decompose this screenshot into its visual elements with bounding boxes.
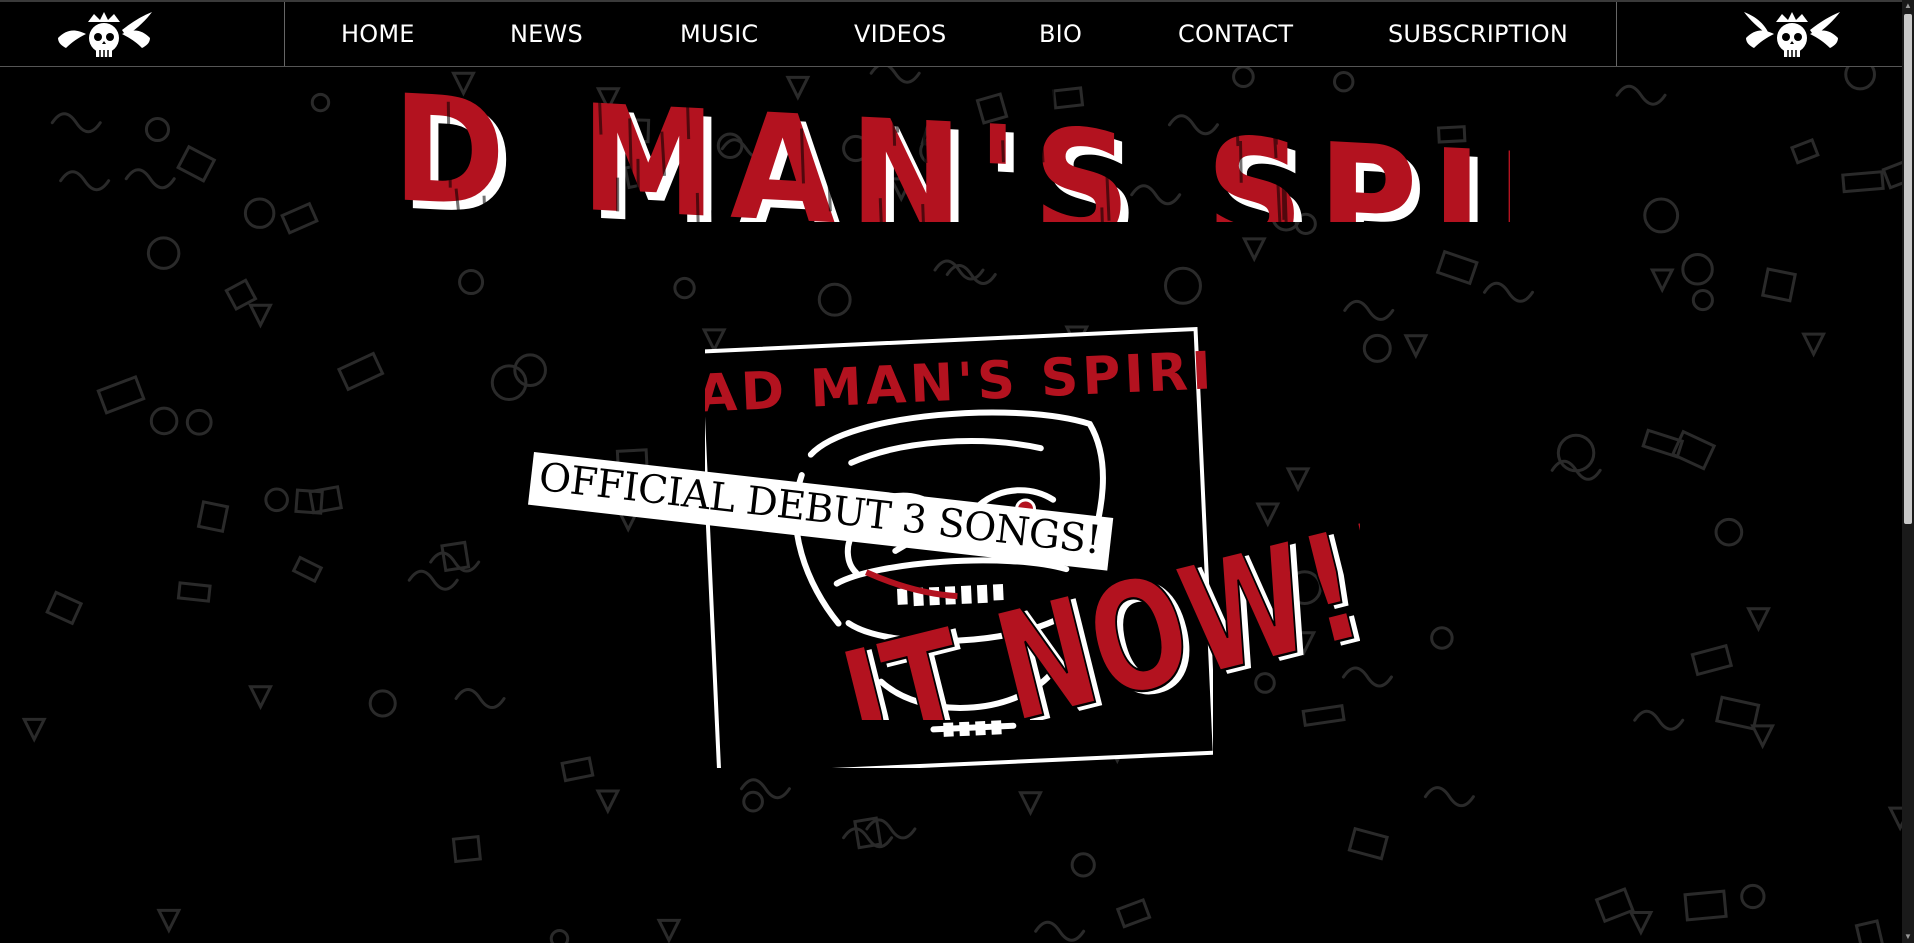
- logo-right[interactable]: [1617, 2, 1902, 66]
- nav-item-subscription[interactable]: SUBSCRIPTION: [1388, 20, 1568, 48]
- winged-skull-crown-icon: [1744, 12, 1840, 57]
- nav-item-music[interactable]: MUSIC: [680, 20, 758, 48]
- out-now-text: OUT NOW!!!: [840, 490, 1360, 720]
- scrollbar-thumb[interactable]: [1904, 14, 1912, 524]
- nav-item-news[interactable]: NEWS: [510, 20, 583, 48]
- page: HOME NEWS MUSIC VIDEOS BIO CONTACT SUBSC…: [0, 0, 1914, 943]
- out-now-headline: OUT NOW!!! OUT NOW!!!: [840, 490, 1360, 720]
- nav-item-bio[interactable]: BIO: [1039, 20, 1082, 48]
- site-title-text: MAD MAN'S SPIRIT: [400, 62, 1510, 222]
- top-navigation-bar: HOME NEWS MUSIC VIDEOS BIO CONTACT SUBSC…: [0, 0, 1902, 67]
- nav-item-contact[interactable]: CONTACT: [1178, 20, 1293, 48]
- scroll-down-arrow-icon[interactable]: ▼: [1904, 931, 1912, 943]
- site-title: MAD MAN'S SPIRIT MAD MAN'S SPIRIT: [400, 62, 1510, 222]
- scroll-up-arrow-icon[interactable]: ▲: [1904, 0, 1912, 12]
- nav-item-home[interactable]: HOME: [341, 20, 415, 48]
- winged-skull-crown-icon: [58, 12, 152, 57]
- main-navigation: HOME NEWS MUSIC VIDEOS BIO CONTACT SUBSC…: [285, 2, 1615, 66]
- logo-left[interactable]: [0, 2, 284, 66]
- vertical-scrollbar[interactable]: ▲ ▼: [1902, 0, 1914, 943]
- nav-item-videos[interactable]: VIDEOS: [854, 20, 946, 48]
